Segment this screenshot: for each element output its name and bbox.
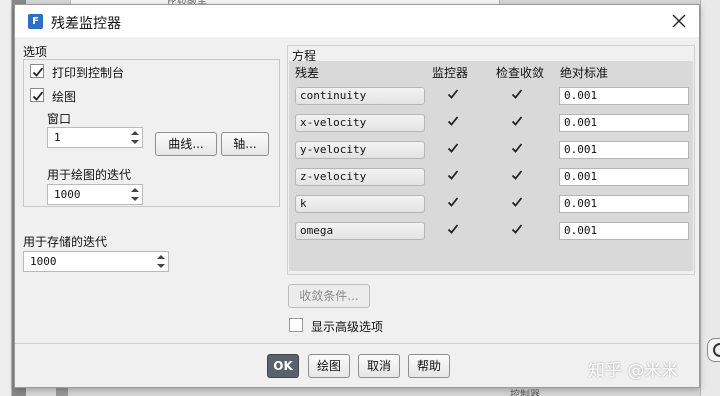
storage-iterations-label: 用于存储的迭代 xyxy=(23,235,108,249)
storage-iterations-value: 1000 xyxy=(30,255,57,268)
monitor-checkbox[interactable] xyxy=(446,168,460,182)
background-partial-button xyxy=(707,338,720,362)
plot-iterations-value: 1000 xyxy=(54,188,81,201)
watermark-text: 知乎 @米米 xyxy=(588,361,679,381)
plot-button[interactable]: 绘图 xyxy=(308,354,350,378)
absolute-criteria-input[interactable]: 0.001 xyxy=(559,222,689,240)
monitor-checkbox[interactable] xyxy=(446,114,460,128)
residual-button[interactable]: z-velocity xyxy=(295,168,425,186)
title-bar[interactable]: F 残差监控器 xyxy=(15,5,699,37)
check-convergence-checkbox[interactable] xyxy=(510,114,524,128)
show-advanced-options-label: 显示高级选项 xyxy=(311,320,384,334)
absolute-criteria-input[interactable]: 0.001 xyxy=(559,168,689,186)
residual-button[interactable]: continuity xyxy=(295,87,425,105)
check-convergence-checkbox[interactable] xyxy=(510,87,524,101)
spinner-arrows-icon[interactable] xyxy=(129,129,141,146)
dialog-title: 残差监控器 xyxy=(51,16,121,32)
monitor-checkbox[interactable] xyxy=(446,87,460,101)
residual-button[interactable]: k xyxy=(295,195,425,213)
app-logo-icon: F xyxy=(28,14,43,29)
check-convergence-checkbox[interactable] xyxy=(510,168,524,182)
absolute-criteria-input[interactable]: 0.001 xyxy=(559,195,689,213)
residual-button[interactable]: y-velocity xyxy=(295,141,425,159)
absolute-criteria-input[interactable]: 0.001 xyxy=(559,114,689,132)
check-convergence-checkbox[interactable] xyxy=(510,222,524,236)
plot-label: 绘图 xyxy=(52,90,77,104)
monitor-checkbox[interactable] xyxy=(446,222,460,236)
check-convergence-checkbox[interactable] xyxy=(510,141,524,155)
window-spinner[interactable]: 1 xyxy=(47,127,143,148)
help-button[interactable]: 帮助 xyxy=(408,354,450,378)
residual-button[interactable]: omega xyxy=(295,222,425,240)
monitor-checkbox[interactable] xyxy=(446,141,460,155)
checkmark-icon xyxy=(32,91,44,101)
column-header-absolute-criteria: 绝对标准 xyxy=(560,66,609,80)
absolute-criteria-input[interactable]: 0.001 xyxy=(559,87,689,105)
column-header-monitor: 监控器 xyxy=(432,66,469,80)
residual-monitors-dialog: F 残差监控器 选项 打印到控制台 绘图 窗口 1 曲线... 轴... 用于绘… xyxy=(14,4,700,388)
print-to-console-label: 打印到控制台 xyxy=(52,66,125,80)
background-left-pane xyxy=(0,0,12,396)
storage-iterations-spinner[interactable]: 1000 xyxy=(23,251,169,272)
absolute-criteria-input[interactable]: 0.001 xyxy=(559,141,689,159)
show-advanced-options-checkbox[interactable] xyxy=(289,318,303,332)
column-header-residual: 残差 xyxy=(295,66,320,80)
spinner-arrows-icon[interactable] xyxy=(155,253,167,270)
residual-button[interactable]: x-velocity xyxy=(295,114,425,132)
dialog-body: 选项 打印到控制台 绘图 窗口 1 曲线... 轴... 用于绘图的迭代 100… xyxy=(15,37,699,343)
window-value: 1 xyxy=(54,131,61,144)
close-icon[interactable] xyxy=(669,11,689,31)
check-convergence-checkbox[interactable] xyxy=(510,195,524,209)
equations-table: 残差 监控器 检查收敛 绝对标准 continuity 0.001 x-velo… xyxy=(289,61,693,271)
options-group-label: 选项 xyxy=(23,45,48,59)
axes-button[interactable]: 轴... xyxy=(221,132,269,156)
background-right-pane xyxy=(700,0,720,396)
curves-button[interactable]: 曲线... xyxy=(155,132,217,156)
ok-button[interactable]: OK xyxy=(267,354,299,378)
convergence-conditions-button[interactable]: 收敛条件... xyxy=(288,284,370,308)
plot-iterations-label: 用于绘图的迭代 xyxy=(47,168,132,182)
spinner-arrows-icon[interactable] xyxy=(129,186,141,203)
print-to-console-checkbox[interactable] xyxy=(30,64,44,78)
plot-iterations-spinner[interactable]: 1000 xyxy=(47,184,143,205)
monitor-checkbox[interactable] xyxy=(446,195,460,209)
checkmark-icon xyxy=(32,67,44,77)
column-header-check-convergence: 检查收敛 xyxy=(496,66,545,80)
plot-checkbox[interactable] xyxy=(30,88,44,102)
cancel-button[interactable]: 取消 xyxy=(358,354,400,378)
window-label: 窗口 xyxy=(47,112,72,126)
